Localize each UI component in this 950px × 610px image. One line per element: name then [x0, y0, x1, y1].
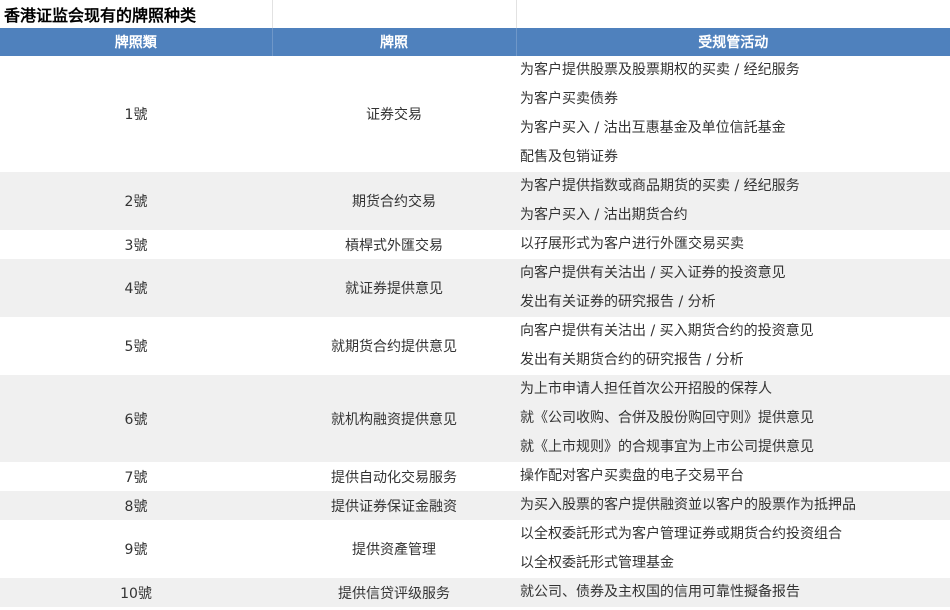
table-row: 10號 提供信贷评级服务 就公司、债券及主权国的信用可靠性擬备报告: [0, 578, 950, 607]
activity-line: 为客户买入 / 沽出期货合约: [520, 207, 688, 223]
activity-line: 以孖展形式为客户进行外匯交易买卖: [520, 236, 744, 252]
sheet-title: 香港证监会现有的牌照种类: [4, 6, 197, 25]
license-name-cell: 提供信贷评级服务: [272, 578, 516, 607]
activity-line: 以全权委託形式管理基金: [520, 555, 674, 571]
license-name-cell: 就期货合约提供意见: [272, 317, 516, 375]
activity-line: 为客户提供指数或商品期货的买卖 / 经纪服务: [520, 178, 800, 194]
activities-cell: 向客户提供有关沽出 / 买入证券的投资意见 发出有关证券的研究报告 / 分析: [516, 259, 950, 317]
license-type-cell: 4號: [0, 259, 272, 317]
activity-line: 为买入股票的客户提供融资並以客户的股票作为抵押品: [520, 497, 856, 513]
activities-cell: 向客户提供有关沽出 / 买入期货合约的投资意见 发出有关期货合约的研究报告 / …: [516, 317, 950, 375]
license-name-cell: 期货合约交易: [272, 172, 516, 230]
license-name-cell: 提供证券保证金融资: [272, 491, 516, 520]
table-row: 7號 提供自动化交易服务 操作配对客户买卖盘的电子交易平台: [0, 462, 950, 491]
license-type-cell: 1號: [0, 56, 272, 172]
activity-line: 发出有关证券的研究报告 / 分析: [520, 294, 716, 310]
license-name-cell: 提供自动化交易服务: [272, 462, 516, 491]
table-header-row: 牌照類 牌照 受规管活动: [0, 28, 950, 56]
activity-line: 就《上市规则》的合规事宜为上市公司提供意见: [520, 439, 814, 455]
license-name-cell: 槓桿式外匯交易: [272, 230, 516, 259]
activities-cell: 为买入股票的客户提供融资並以客户的股票作为抵押品: [516, 491, 950, 520]
activities-cell: 为客户提供股票及股票期权的买卖 / 经纪服务 为客户买卖债券 为客户买入 / 沽…: [516, 56, 950, 172]
activities-cell: 操作配对客户买卖盘的电子交易平台: [516, 462, 950, 491]
license-table: 牌照類 牌照 受规管活动 1號 证券交易 为客户提供股票及股票期权的买卖 / 经…: [0, 28, 950, 607]
license-type-cell: 5號: [0, 317, 272, 375]
license-name-cell: 提供资產管理: [272, 520, 516, 578]
activity-line: 以全权委託形式为客户管理证券或期货合约投资组合: [520, 526, 842, 542]
table-row: 5號 就期货合约提供意见 向客户提供有关沽出 / 买入期货合约的投资意见 发出有…: [0, 317, 950, 375]
license-name-cell: 就机构融资提供意见: [272, 375, 516, 462]
table-row: 8號 提供证券保证金融资 为买入股票的客户提供融资並以客户的股票作为抵押品: [0, 491, 950, 520]
license-name-cell: 就证券提供意见: [272, 259, 516, 317]
activity-line: 为客户买入 / 沽出互惠基金及单位信託基金: [520, 120, 786, 136]
activity-line: 就公司、债券及主权国的信用可靠性擬备报告: [520, 584, 800, 600]
activities-cell: 为客户提供指数或商品期货的买卖 / 经纪服务 为客户买入 / 沽出期货合约: [516, 172, 950, 230]
column-header-license: 牌照: [272, 28, 517, 56]
license-type-cell: 3號: [0, 230, 272, 259]
activity-line: 为客户提供股票及股票期权的买卖 / 经纪服务: [520, 62, 800, 78]
table-row: 3號 槓桿式外匯交易 以孖展形式为客户进行外匯交易买卖: [0, 230, 950, 259]
license-name-cell: 证券交易: [272, 56, 516, 172]
sheet-title-row: 香港证监会现有的牌照种类: [0, 0, 950, 28]
license-type-cell: 2號: [0, 172, 272, 230]
license-type-cell: 8號: [0, 491, 272, 520]
license-type-cell: 6號: [0, 375, 272, 462]
license-type-cell: 9號: [0, 520, 272, 578]
activities-cell: 以孖展形式为客户进行外匯交易买卖: [516, 230, 950, 259]
column-header-type: 牌照類: [0, 28, 273, 56]
activities-cell: 就公司、债券及主权国的信用可靠性擬备报告: [516, 578, 950, 607]
activity-line: 发出有关期货合约的研究报告 / 分析: [520, 352, 744, 368]
grid-line: [516, 0, 517, 28]
activity-line: 配售及包销证券: [520, 149, 618, 165]
activity-line: 向客户提供有关沽出 / 买入期货合约的投资意见: [520, 323, 814, 339]
grid-line: [272, 0, 273, 28]
table-row: 9號 提供资產管理 以全权委託形式为客户管理证券或期货合约投资组合 以全权委託形…: [0, 520, 950, 578]
license-type-cell: 10號: [0, 578, 272, 607]
table-row: 4號 就证券提供意见 向客户提供有关沽出 / 买入证券的投资意见 发出有关证券的…: [0, 259, 950, 317]
activity-line: 就《公司收购、合併及股份购回守则》提供意见: [520, 410, 814, 426]
activity-line: 向客户提供有关沽出 / 买入证券的投资意见: [520, 265, 786, 281]
activity-line: 为上市申请人担任首次公开招股的保荐人: [520, 381, 772, 397]
column-header-activities: 受规管活动: [516, 28, 950, 56]
table-row: 2號 期货合约交易 为客户提供指数或商品期货的买卖 / 经纪服务 为客户买入 /…: [0, 172, 950, 230]
activity-line: 操作配对客户买卖盘的电子交易平台: [520, 468, 744, 484]
activities-cell: 以全权委託形式为客户管理证券或期货合约投资组合 以全权委託形式管理基金: [516, 520, 950, 578]
license-type-cell: 7號: [0, 462, 272, 491]
activities-cell: 为上市申请人担任首次公开招股的保荐人 就《公司收购、合併及股份购回守则》提供意见…: [516, 375, 950, 462]
activity-line: 为客户买卖债券: [520, 91, 618, 107]
table-row: 6號 就机构融资提供意见 为上市申请人担任首次公开招股的保荐人 就《公司收购、合…: [0, 375, 950, 462]
table-row: 1號 证券交易 为客户提供股票及股票期权的买卖 / 经纪服务 为客户买卖债券 为…: [0, 56, 950, 172]
